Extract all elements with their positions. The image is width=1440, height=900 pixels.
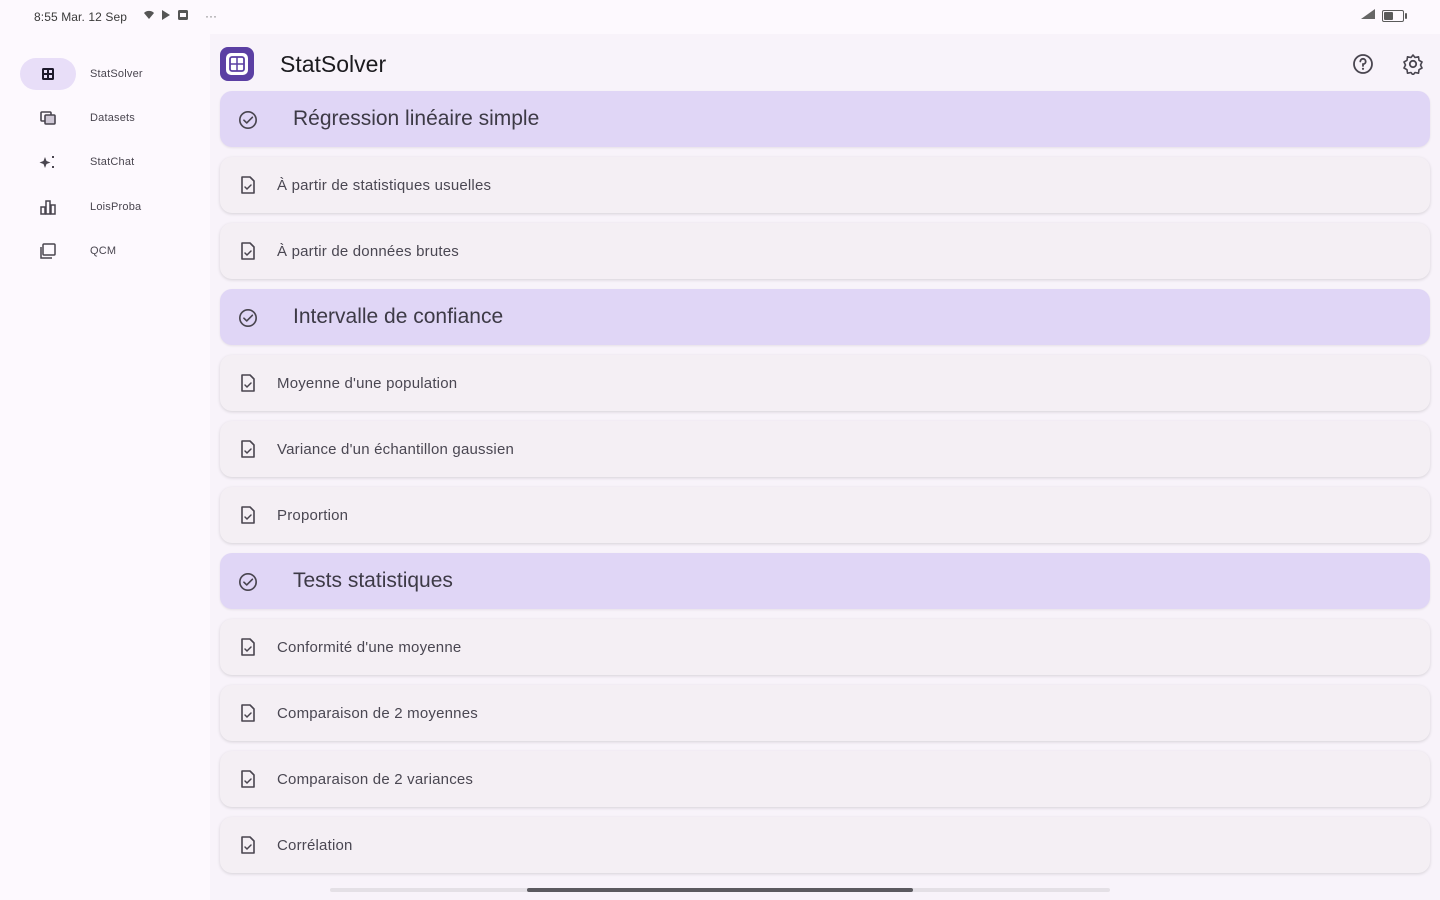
list-item-label: Proportion: [277, 506, 349, 524]
list-item[interactable]: À partir de statistiques usuelles: [220, 157, 1430, 213]
nav-item-loisproba[interactable]: LoisProba: [20, 189, 210, 225]
help-circle-icon: [1352, 53, 1374, 75]
battery-icon: [1382, 9, 1407, 22]
section-header-intervalle[interactable]: Intervalle de confiance: [220, 289, 1430, 345]
play-icon: [161, 9, 171, 24]
list-item[interactable]: Corrélation: [220, 817, 1430, 873]
list-item[interactable]: Conformité d'une moyenne: [220, 619, 1430, 675]
help-button[interactable]: [1348, 49, 1378, 79]
status-time: 8:55 Mar. 12 Sep: [34, 10, 127, 24]
check-circle-icon: [238, 307, 258, 327]
wifi-bars-icon: [143, 9, 155, 24]
top-app-bar: StatSolver: [220, 44, 1430, 84]
top-actions: [1348, 49, 1428, 79]
list-item[interactable]: À partir de données brutes: [220, 223, 1430, 279]
document-icon: [238, 769, 258, 789]
nav-item-statsolver[interactable]: StatSolver: [20, 56, 210, 92]
nav-item-datasets[interactable]: Datasets: [20, 100, 210, 136]
section-label: Intervalle de confiance: [293, 305, 504, 328]
list-item-label: Variance d'un échantillon gaussien: [277, 440, 515, 458]
status-icons-left: ···: [143, 9, 217, 24]
document-icon: [238, 241, 258, 261]
section-header-tests[interactable]: Tests statistiques: [220, 553, 1430, 609]
nav-item-statchat[interactable]: StatChat: [20, 144, 210, 180]
calculator-icon: [20, 58, 76, 90]
nav-item-qcm[interactable]: QCM: [20, 233, 210, 269]
check-circle-icon: [238, 109, 258, 129]
list-item-label: À partir de données brutes: [277, 242, 459, 260]
bar-chart-icon: [20, 191, 76, 223]
nav-label: LoisProba: [90, 201, 142, 213]
document-icon: [238, 439, 258, 459]
section-header-regression[interactable]: Régression linéaire simple: [220, 91, 1430, 147]
status-icons-right: [1360, 8, 1407, 23]
list-item-label: À partir de statistiques usuelles: [277, 176, 492, 194]
section-label: Régression linéaire simple: [293, 107, 540, 130]
list-item-label: Moyenne d'une population: [277, 374, 458, 392]
navigation-rail: StatSolver Datasets StatChat LoisProba Q…: [0, 34, 210, 900]
list-item[interactable]: Proportion: [220, 487, 1430, 543]
list-item[interactable]: Comparaison de 2 moyennes: [220, 685, 1430, 741]
list-item[interactable]: Variance d'un échantillon gaussien: [220, 421, 1430, 477]
nav-label: StatChat: [90, 156, 135, 168]
list-item[interactable]: Moyenne d'une population: [220, 355, 1430, 411]
gesture-bar[interactable]: [330, 888, 1110, 892]
nav-label: QCM: [90, 245, 117, 257]
section-label: Tests statistiques: [293, 569, 453, 592]
document-icon: [238, 835, 258, 855]
list-item-label: Comparaison de 2 variances: [277, 770, 474, 788]
list-item-label: Conformité d'une moyenne: [277, 638, 462, 656]
sim-card-icon: [177, 9, 189, 24]
check-circle-icon: [238, 571, 258, 591]
database-icon: [20, 102, 76, 134]
document-icon: [238, 373, 258, 393]
document-icon: [238, 637, 258, 657]
gesture-bar-thumb[interactable]: [527, 888, 913, 892]
list-item-label: Corrélation: [277, 836, 353, 854]
document-icon: [238, 703, 258, 723]
main-content: StatSolver Régression linéaire simple À …: [210, 34, 1440, 900]
signal-icon: [1360, 8, 1376, 23]
status-bar: 8:55 Mar. 12 Sep ···: [0, 0, 1440, 34]
gear-icon: [1402, 53, 1424, 75]
solver-list: Régression linéaire simple À partir de s…: [220, 91, 1430, 883]
quiz-icon: [20, 235, 76, 267]
page-title: StatSolver: [280, 50, 387, 77]
settings-button[interactable]: [1398, 49, 1428, 79]
list-item-label: Comparaison de 2 moyennes: [277, 704, 478, 722]
document-icon: [238, 505, 258, 525]
overflow-dots: ···: [205, 9, 217, 23]
sparkle-icon: [20, 146, 76, 178]
nav-label: StatSolver: [90, 68, 143, 80]
calculator-logo-icon: [220, 47, 254, 81]
nav-label: Datasets: [90, 112, 136, 124]
document-icon: [238, 175, 258, 195]
list-item[interactable]: Comparaison de 2 variances: [220, 751, 1430, 807]
